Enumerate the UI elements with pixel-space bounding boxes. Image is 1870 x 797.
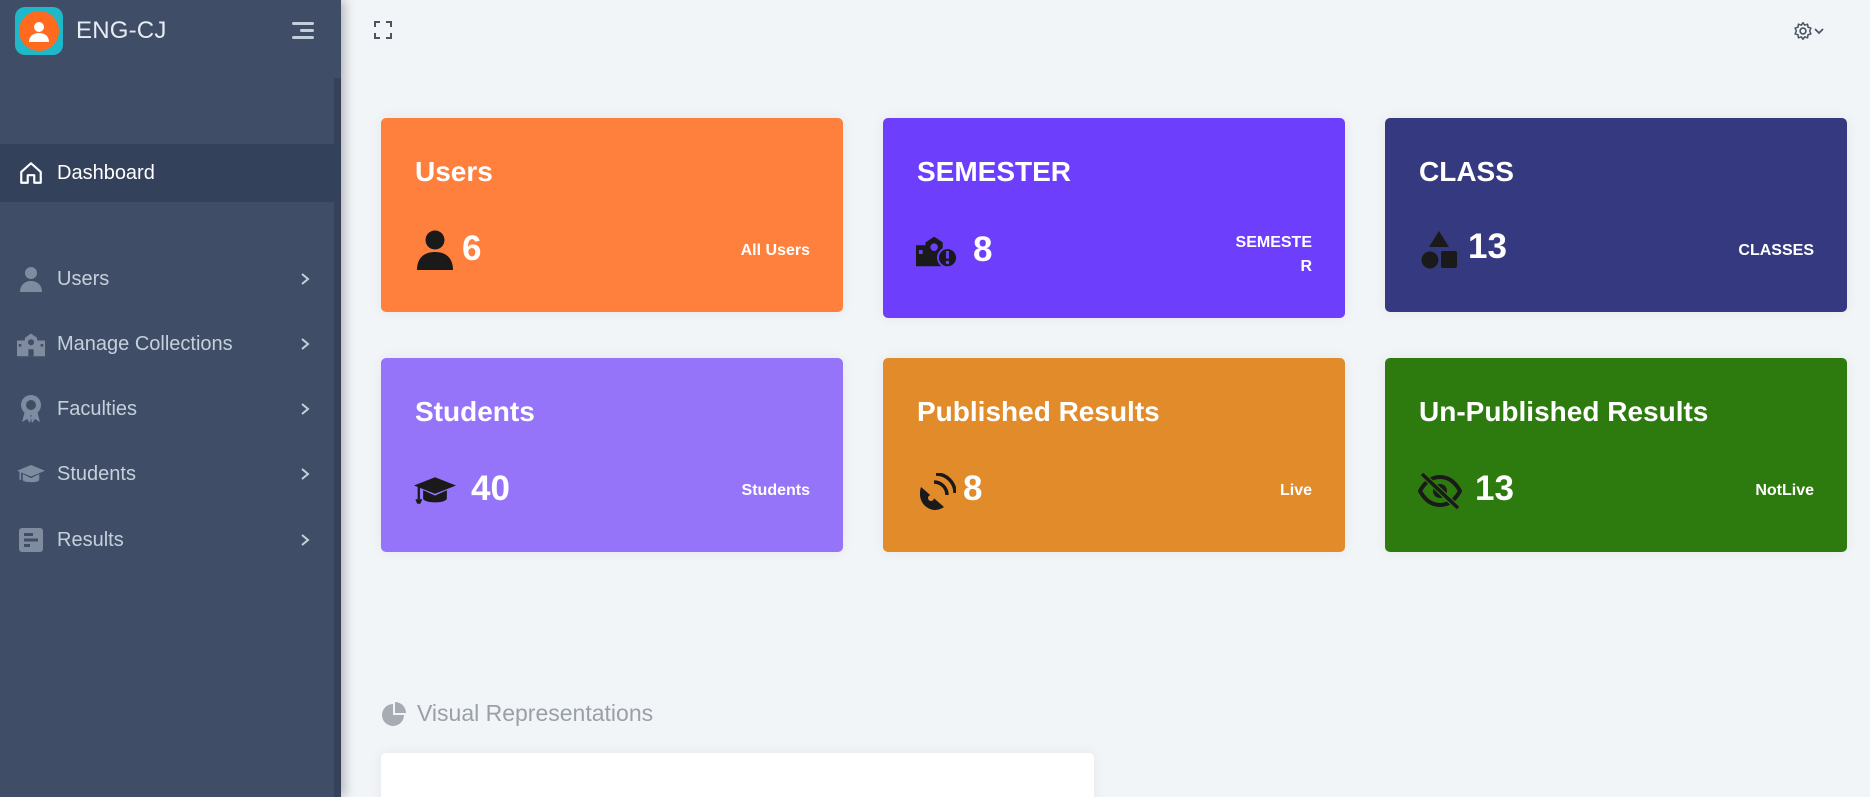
sidebar-item-dashboard[interactable]: Dashboard — [0, 144, 341, 202]
card-title: Un-Published Results — [1419, 396, 1709, 427]
sidebar-item-label: Students — [57, 462, 136, 485]
settings-dropdown-button[interactable] — [1793, 20, 1829, 42]
sidebar-item-faculties[interactable]: Faculties — [0, 381, 341, 437]
satellite-dish-icon — [916, 471, 958, 513]
card-count: 8 — [973, 230, 993, 269]
award-icon — [17, 395, 45, 423]
sidebar-item-label: Results — [57, 528, 124, 551]
chevron-right-icon — [301, 273, 310, 285]
sidebar-item-results[interactable]: Results — [0, 512, 341, 568]
card-caption: CLASSES — [1738, 242, 1814, 259]
pie-chart-icon — [382, 701, 406, 726]
sidebar-item-manage-collections[interactable]: Manage Collections — [0, 316, 341, 372]
sidebar-item-students[interactable]: Students — [0, 446, 341, 502]
chevron-right-icon — [301, 468, 310, 480]
user-avatar-icon — [29, 22, 49, 42]
chevron-right-icon — [301, 338, 310, 350]
eye-slash-icon — [1418, 470, 1462, 512]
card-count: 6 — [462, 229, 482, 268]
card-count: 13 — [1468, 227, 1507, 266]
poll-icon — [17, 526, 45, 554]
section-header: Visual Representations — [381, 700, 653, 727]
published-results-card[interactable]: Published Results 8 Live — [883, 358, 1345, 552]
sidebar-item-users[interactable]: Users — [0, 251, 341, 307]
user-icon — [17, 265, 45, 293]
chevron-down-icon — [1814, 28, 1824, 35]
chevron-right-icon — [301, 403, 310, 415]
graduation-cap-icon — [414, 470, 456, 512]
card-caption: NotLive — [1755, 482, 1814, 499]
users-card[interactable]: Users 6 All Users — [381, 118, 843, 312]
card-title: Users — [415, 156, 493, 187]
card-count: 8 — [963, 469, 983, 508]
unpublished-results-card[interactable]: Un-Published Results 13 NotLive — [1385, 358, 1847, 552]
sidebar-item-label: Faculties — [57, 397, 138, 420]
school-alert-icon — [916, 230, 958, 272]
school-icon — [17, 330, 45, 358]
card-title: Published Results — [917, 396, 1160, 427]
chart-panel — [381, 753, 1094, 797]
home-icon — [17, 159, 45, 187]
card-count: 40 — [471, 469, 510, 508]
card-title: SEMESTER — [917, 156, 1072, 187]
card-caption: Live — [1279, 482, 1312, 499]
chevron-right-icon — [301, 534, 310, 546]
section-title: Visual Representations — [417, 700, 654, 726]
logo — [15, 7, 63, 55]
card-title: CLASS — [1419, 156, 1514, 187]
graduation-cap-icon — [17, 460, 45, 488]
app-title: ENG-CJ — [76, 17, 167, 44]
gear-icon — [1794, 21, 1812, 41]
sidebar: ENG-CJ Dashboard Users Manage Collection… — [0, 0, 341, 797]
user-icon — [414, 229, 456, 271]
card-caption: All Users — [740, 242, 810, 259]
students-card[interactable]: Students 40 Students — [381, 358, 843, 552]
sidebar-item-label: Users — [57, 267, 110, 290]
card-count: 13 — [1475, 469, 1514, 508]
card-caption: Students — [741, 482, 810, 499]
class-card[interactable]: CLASS 13 CLASSES — [1385, 118, 1847, 312]
card-title: Students — [415, 396, 535, 427]
sidebar-item-label: Dashboard — [57, 161, 155, 184]
topbar — [341, 0, 1870, 62]
card-caption: SEMESTE R — [1235, 234, 1312, 275]
shapes-icon — [1418, 229, 1460, 271]
sidebar-item-label: Manage Collections — [57, 332, 233, 355]
expand-icon[interactable] — [374, 21, 392, 39]
semester-card[interactable]: SEMESTER 8 SEMESTE R — [883, 118, 1345, 318]
menu-toggle-button[interactable] — [290, 22, 314, 42]
